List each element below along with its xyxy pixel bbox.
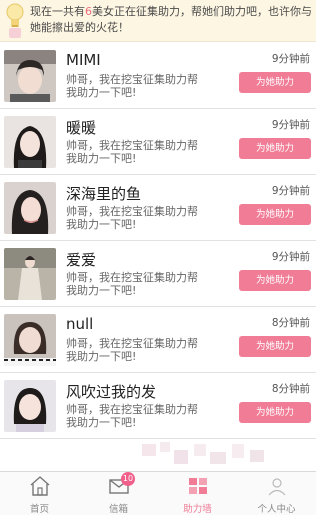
help-her-button[interactable]: 为她助力 [239,138,311,159]
help-her-button[interactable]: 为她助力 [239,402,311,423]
notice-text: 现在一共有6美女正在征集助力，帮她们助力吧，也许你与她能擦出爱的火花！ [30,5,312,34]
wall-icon [189,478,207,494]
help-message: 帅哥，我在挖宝征集助力帮我助力一下吧! [66,271,198,297]
tab-label: 首页 [29,504,49,515]
tab-label: 助力墙 [183,504,212,515]
timestamp: 9分钟前 [271,251,310,263]
lightbulb-icon [6,3,24,38]
help-message: 帅哥，我在挖宝征集助力帮我助力一下吧! [66,205,198,231]
timestamp: 9分钟前 [271,185,310,197]
avatar[interactable] [4,50,56,102]
avatar[interactable] [4,380,56,432]
help-her-button[interactable]: 为她助力 [239,336,311,357]
help-message: 帅哥，我在挖宝征集助力帮我助力一下吧! [66,337,198,363]
help-her-button[interactable]: 为她助力 [239,72,311,93]
user-name: 暖暖 [66,119,97,137]
help-message: 帅哥，我在挖宝征集助力帮我助力一下吧! [66,73,198,99]
tab-help-wall[interactable]: 助力墙 [158,472,237,515]
tab-label: 个人中心 [257,504,296,515]
tab-home[interactable]: 首页 [0,472,79,515]
help-message: 帅哥，我在挖宝征集助力帮我助力一下吧! [66,403,198,429]
tab-mailbox[interactable]: 10 信箱 [79,472,158,515]
list-item: 深海里的鱼 帅哥，我在挖宝征集助力帮我助力一下吧! 9分钟前 为她助力 [0,175,316,241]
help-her-button[interactable]: 为她助力 [239,270,311,291]
tab-profile[interactable]: 个人中心 [237,472,316,515]
unread-badge: 10 [121,472,135,486]
timestamp: 9分钟前 [271,119,310,131]
timestamp: 9分钟前 [271,53,310,65]
list-item: 爱爱 帅哥，我在挖宝征集助力帮我助力一下吧! 9分钟前 为她助力 [0,241,316,307]
user-name: 风吹过我的发 [66,383,157,401]
user-icon [268,478,286,496]
bottom-tab-bar: 首页 10 信箱 助力墙 个人中心 [0,471,316,515]
blurred-watermark [142,442,264,464]
tab-label: 信箱 [108,504,128,515]
home-icon [30,476,50,496]
notice-count: 6 [85,5,92,18]
list-item: MIMI 帅哥，我在挖宝征集助力帮我助力一下吧! 9分钟前 为她助力 [0,43,316,109]
list-item: 风吹过我的发 帅哥，我在挖宝征集助力帮我助力一下吧! 8分钟前 为她助力 [0,373,316,439]
user-name: null [66,315,94,333]
help-message: 帅哥，我在挖宝征集助力帮我助力一下吧! [66,139,198,165]
list-item: 暖暖 帅哥，我在挖宝征集助力帮我助力一下吧! 9分钟前 为她助力 [0,109,316,175]
list-item: null 帅哥，我在挖宝征集助力帮我助力一下吧! 8分钟前 为她助力 [0,307,316,373]
user-name: 深海里的鱼 [66,185,142,203]
avatar[interactable] [4,314,56,366]
timestamp: 8分钟前 [271,317,310,329]
avatar[interactable] [4,182,56,234]
avatar[interactable] [4,116,56,168]
timestamp: 8分钟前 [271,383,310,395]
user-name: 爱爱 [66,251,97,269]
help-her-button[interactable]: 为她助力 [239,204,311,225]
user-name: MIMI [66,51,101,69]
avatar[interactable] [4,248,56,300]
notice-banner: 现在一共有6美女正在征集助力，帮她们助力吧，也许你与她能擦出爱的火花！ [0,0,316,42]
